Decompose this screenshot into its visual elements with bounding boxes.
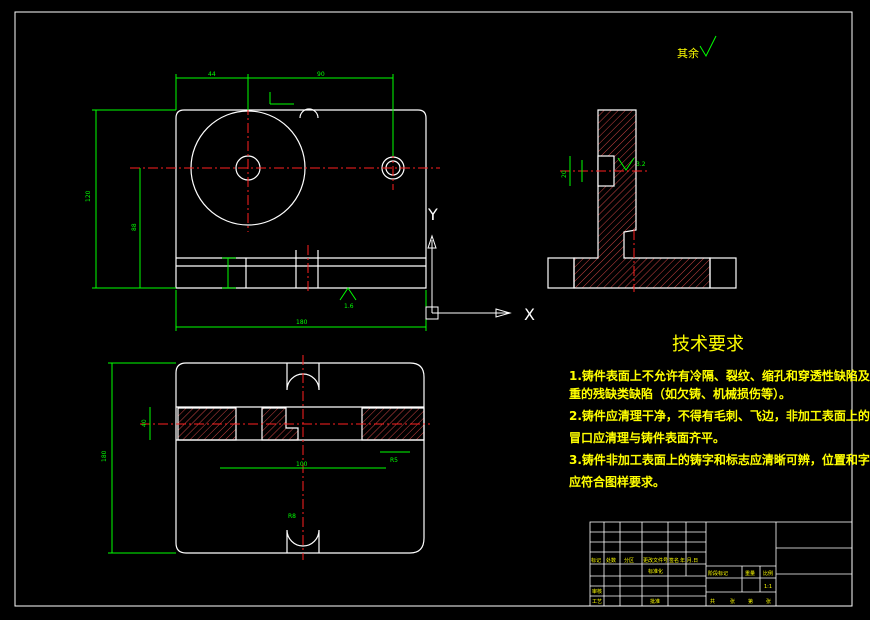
tb-review: 审核 bbox=[592, 588, 602, 595]
svg-text:20: 20 bbox=[561, 170, 568, 178]
tb-sheets: 张 bbox=[730, 598, 735, 605]
tb-signature: 签名 bbox=[669, 557, 679, 564]
note-line-4: 冒口应清理与铸件表面齐平。 bbox=[569, 430, 725, 445]
tb-standardization: 标准化 bbox=[648, 568, 663, 575]
note-line-3: 2.铸件应清理干净，不得有毛刺、飞边，非加工表面上的浇 bbox=[569, 408, 870, 423]
tb-count: 处数 bbox=[606, 557, 616, 564]
roughness-label: 其余 bbox=[677, 46, 699, 60]
side-section-view: 20 3.2 bbox=[547, 109, 737, 292]
tb-zone: 分区 bbox=[624, 557, 634, 564]
front-view: 44 90 180 120 88 1.6 bbox=[85, 71, 440, 331]
svg-text:88: 88 bbox=[131, 223, 138, 231]
tb-date: 年.月.日 bbox=[680, 557, 698, 564]
svg-text:100: 100 bbox=[296, 461, 308, 468]
svg-text:R5: R5 bbox=[390, 457, 398, 464]
svg-text:R8: R8 bbox=[288, 513, 296, 520]
cad-drawing: 44 90 180 120 88 1.6 20 3.2 Y X 其余 180 4… bbox=[14, 11, 870, 607]
svg-text:120: 120 bbox=[85, 190, 92, 202]
note-line-1: 1.铸件表面上不允许有冷隔、裂纹、缩孔和穿透性缺陷及严 bbox=[569, 368, 870, 383]
tb-approve: 批准 bbox=[650, 598, 660, 605]
technical-notes: 技术要求 1.铸件表面上不允许有冷隔、裂纹、缩孔和穿透性缺陷及严 重的残缺类缺陷… bbox=[569, 334, 870, 489]
tb-process: 工艺 bbox=[592, 599, 602, 605]
svg-text:40: 40 bbox=[141, 419, 148, 427]
tb-no: 第 bbox=[748, 598, 753, 605]
svg-text:180: 180 bbox=[101, 450, 108, 462]
svg-text:180: 180 bbox=[296, 319, 308, 326]
drawing-border bbox=[14, 11, 853, 607]
title-block bbox=[589, 521, 853, 607]
svg-text:44: 44 bbox=[208, 71, 216, 78]
svg-text:3.2: 3.2 bbox=[636, 161, 646, 168]
roughness-symbol-icon bbox=[699, 35, 717, 58]
svg-text:90: 90 bbox=[317, 71, 325, 78]
tb-scale-label: 比例 bbox=[763, 570, 773, 577]
x-axis-label: X bbox=[524, 305, 535, 324]
ucs-axes bbox=[425, 234, 512, 320]
notes-title: 技术要求 bbox=[672, 334, 744, 355]
y-axis-label: Y bbox=[427, 205, 438, 224]
tb-mark: 标记 bbox=[591, 557, 601, 564]
note-line-5: 3.铸件非加工表面上的铸字和标志应清晰可辨，位置和字体 bbox=[569, 452, 870, 467]
tb-weight: 重量 bbox=[745, 570, 755, 577]
svg-text:1.6: 1.6 bbox=[344, 303, 354, 310]
plan-view: 180 40 100 R5 R8 bbox=[101, 355, 430, 560]
tb-total: 共 bbox=[710, 598, 715, 605]
note-line-6: 应符合图样要求。 bbox=[569, 474, 665, 489]
tb-sheet: 张 bbox=[766, 598, 771, 605]
note-line-2: 重的残缺类缺陷（如欠铸、机械损伤等）。 bbox=[569, 386, 791, 401]
tb-scale-value: 1:1 bbox=[764, 584, 772, 590]
tb-stage-mark: 阶段标记 bbox=[708, 570, 728, 577]
tb-change-doc: 更改文件号 bbox=[643, 557, 668, 564]
